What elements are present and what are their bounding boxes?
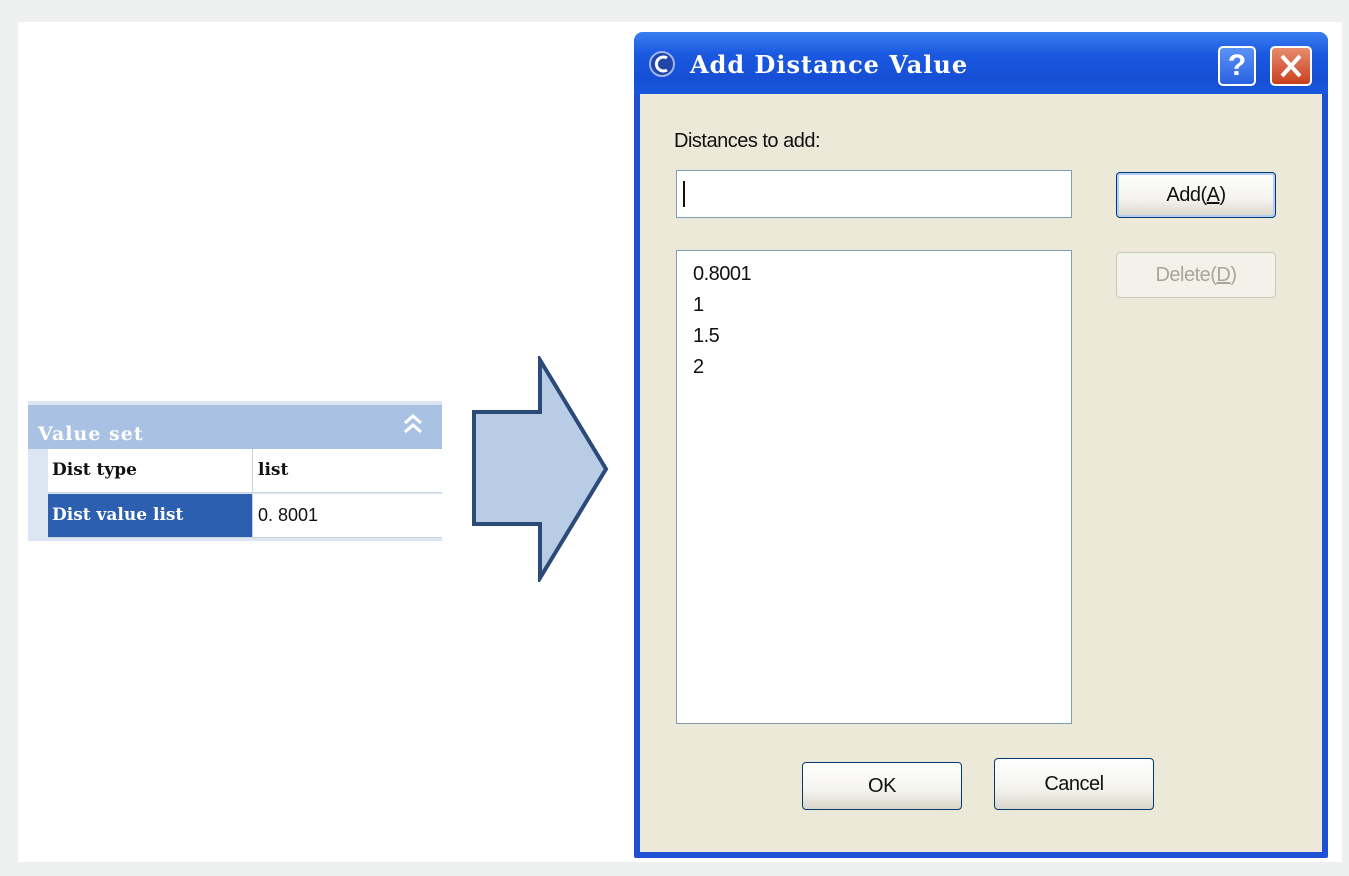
ok-button[interactable]: OK (802, 762, 962, 810)
distance-input[interactable] (676, 170, 1072, 218)
delete-button[interactable]: Delete(D) (1116, 252, 1276, 298)
list-item[interactable]: 2 (677, 352, 1071, 383)
list-item[interactable]: 0.8001 (677, 259, 1071, 290)
property-value[interactable]: 0. 8001 (254, 494, 442, 537)
dialog-titlebar[interactable]: Add Distance Value ? (634, 32, 1328, 94)
distances-listbox[interactable]: 0.8001 1 1.5 2 (676, 250, 1072, 724)
distances-to-add-label: Distances to add: (674, 130, 821, 152)
property-name: Dist type (48, 449, 253, 492)
property-name-selected: Dist value list (48, 494, 253, 537)
property-value[interactable]: list (254, 449, 442, 492)
collapse-chevrons-icon[interactable] (400, 409, 426, 439)
add-button[interactable]: Add(A) (1116, 172, 1276, 218)
help-icon[interactable]: ? (1218, 46, 1256, 86)
property-panel: Value set Dist type list Dist value list… (28, 401, 442, 541)
close-icon[interactable] (1270, 46, 1312, 86)
app-icon (649, 51, 675, 77)
list-item[interactable]: 1 (677, 290, 1071, 321)
list-item[interactable]: 1.5 (677, 321, 1071, 352)
cancel-button[interactable]: Cancel (994, 758, 1154, 810)
close-x-glyph (1280, 54, 1302, 78)
text-caret (683, 181, 685, 207)
property-row-dist-type[interactable]: Dist type list (48, 449, 442, 493)
property-panel-header[interactable]: Value set (28, 405, 442, 449)
dialog-client-area: Distances to add: Add(A) Delete(D) 0.800… (640, 94, 1322, 852)
property-panel-title: Value set (38, 423, 144, 445)
add-button-suffix: ) (1219, 184, 1226, 206)
add-button-mnemonic: A (1206, 184, 1220, 206)
delete-button-mnemonic: D (1216, 264, 1231, 286)
delete-button-suffix: ) (1230, 264, 1237, 286)
delete-button-label: Delete( (1155, 264, 1217, 286)
property-row-dist-value-list[interactable]: Dist value list 0. 8001 (48, 494, 442, 538)
dialog-title: Add Distance Value (690, 50, 969, 79)
right-arrow-icon (472, 356, 609, 582)
add-button-label: Add( (1166, 184, 1207, 206)
add-distance-dialog: Add Distance Value ? Distances to add: A… (634, 32, 1328, 858)
